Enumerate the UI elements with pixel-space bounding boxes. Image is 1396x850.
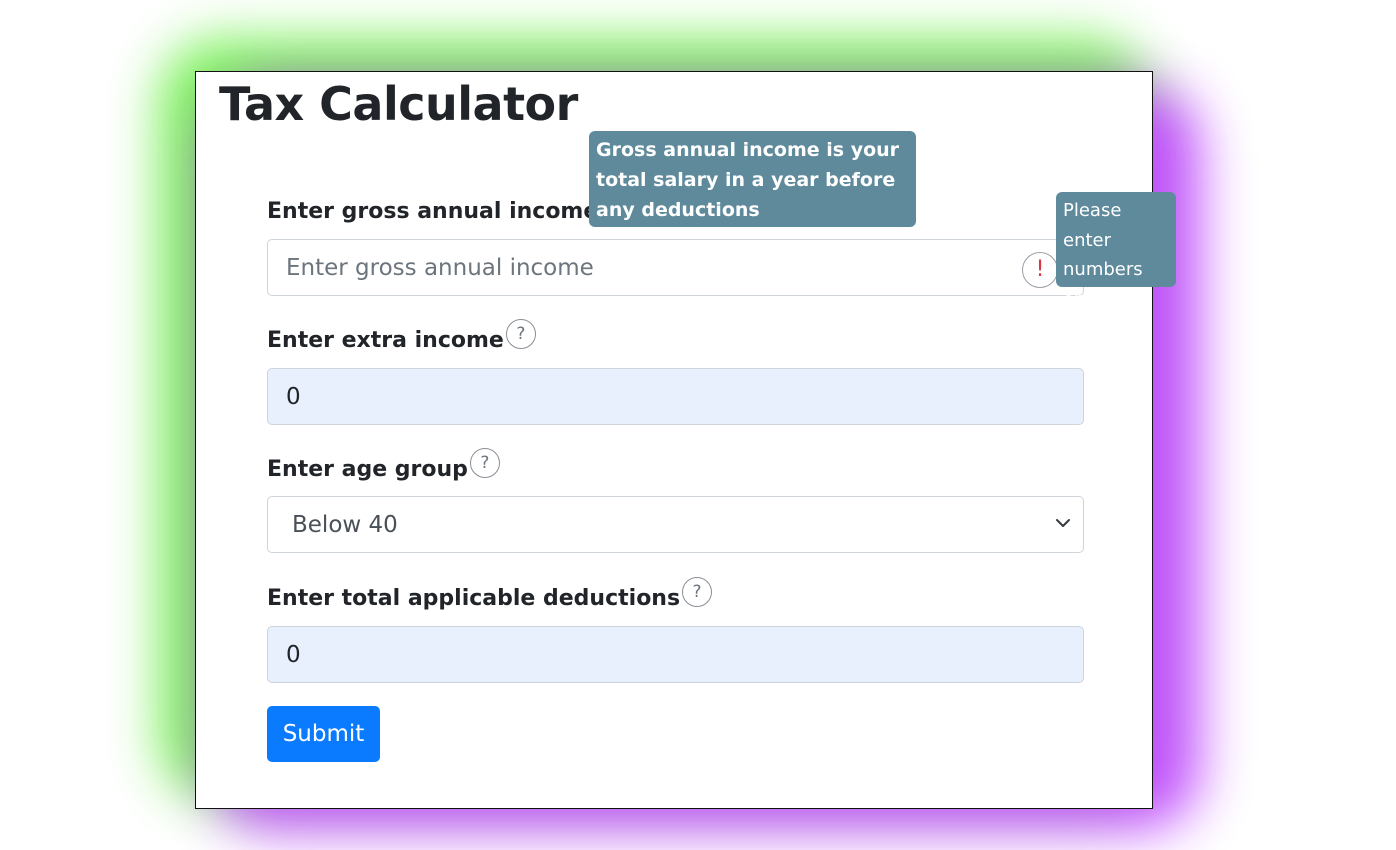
error-icon: ! [1022, 252, 1058, 288]
deductions-label: Enter total applicable deductions [267, 585, 681, 611]
chevron-down-icon [1056, 519, 1070, 527]
deductions-help-icon[interactable]: ? [682, 577, 713, 607]
gross-income-input[interactable] [267, 239, 1084, 296]
extra-income-input[interactable] [267, 368, 1084, 425]
age-group-select[interactable]: Below 40 [267, 496, 1084, 553]
age-group-label: Enter age group [267, 456, 468, 482]
gross-income-help-tooltip: Gross annual income is your total salary… [589, 131, 916, 227]
deductions-label-row: Enter total applicable deductions ? [267, 577, 713, 613]
error-tooltip: Please enter numbers only [1056, 192, 1176, 310]
extra-income-help-icon[interactable]: ? [505, 319, 536, 349]
gross-income-label-row: Enter gross annual income ? [267, 190, 631, 226]
deductions-input[interactable] [267, 626, 1084, 683]
extra-income-label-row: Enter extra income ? [267, 319, 536, 355]
age-group-help-icon[interactable]: ? [469, 448, 500, 478]
page-title: Tax Calculator [219, 77, 578, 131]
age-group-label-row: Enter age group ? [267, 448, 500, 484]
gross-income-label: Enter gross annual income [267, 198, 599, 224]
extra-income-label: Enter extra income [267, 327, 504, 353]
submit-button[interactable]: Submit [267, 706, 380, 762]
age-group-selected-value: Below 40 [292, 511, 398, 538]
